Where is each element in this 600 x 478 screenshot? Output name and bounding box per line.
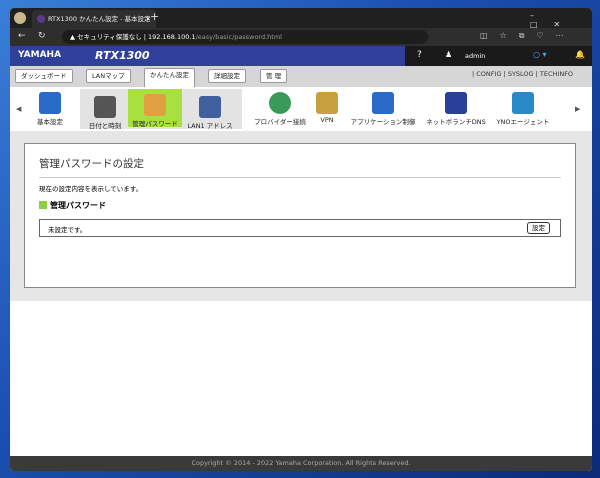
menu-item-vpn[interactable]: VPN — [302, 87, 352, 129]
user-name[interactable]: admin — [465, 52, 485, 60]
new-tab-button[interactable]: + — [150, 10, 159, 23]
network-icon — [512, 92, 534, 114]
lan-icon — [199, 96, 221, 118]
menu-label: YNOエージェント — [496, 118, 550, 126]
menu-item-password[interactable]: 管理パスワード — [128, 89, 182, 128]
back-icon[interactable]: ← — [18, 31, 26, 41]
settings-menu: ◀ 基本設定 日付と時刻 管理パスワード LAN1 アドレス プロバイダー接続 … — [10, 87, 592, 131]
model-name: RTX1300 — [95, 49, 150, 62]
divider — [39, 177, 561, 178]
app-control-icon — [372, 92, 394, 114]
clock-icon — [94, 96, 116, 118]
app-header: YAMAHA RTX1300 ? ♟ admin ○ ▾ 🔔 — [10, 46, 592, 66]
bell-icon[interactable]: 🔔 — [575, 50, 585, 59]
help-button[interactable]: ? — [417, 50, 422, 60]
user-icon: ♟ — [445, 50, 453, 59]
menu-label: ネットボランチDNS — [426, 118, 486, 126]
section-title: 管理パスワード — [50, 201, 106, 210]
footer: Copyright © 2014 - 2022 Yamaha Corporati… — [10, 456, 592, 471]
ddns-icon — [445, 92, 467, 114]
globe-icon — [269, 92, 291, 114]
tab-title: RTX1300 かんたん設定 - 基本設定 — [48, 15, 151, 23]
description: 現在の設定内容を表示しています。 — [39, 185, 143, 193]
header-right: ? ♟ admin ○ ▾ 🔔 — [405, 46, 592, 66]
scroll-right-icon[interactable]: ▶ — [575, 105, 580, 113]
window-controls[interactable]: –□✕ — [530, 11, 592, 29]
scroll-left-icon[interactable]: ◀ — [16, 105, 21, 113]
settings-panel: 管理パスワードの設定 現在の設定内容を表示しています。 管理パスワード 未設定で… — [24, 143, 576, 288]
security-label: セキュリティ保護なし — [77, 33, 142, 41]
menu-label: アプリケーション制御 — [350, 118, 416, 126]
section-marker — [39, 201, 47, 209]
menu-label: 基本設定 — [37, 118, 63, 126]
url-path: /easy/basic/password.html — [195, 33, 282, 41]
title-bar: RTX1300 かんたん設定 - 基本設定 ✕ + –□✕ — [10, 8, 592, 29]
browser-toolbar-icons[interactable]: ◫☆⧉♡⋯ — [480, 31, 576, 41]
menu-item-datetime[interactable]: 日付と時刻 — [78, 91, 132, 133]
admin-person-icon — [144, 94, 166, 116]
url-input[interactable]: ▲ セキュリティ保護なし | 192.168.100.1/easy/basic/… — [62, 30, 428, 44]
content-area: 管理パスワードの設定 現在の設定内容を表示しています。 管理パスワード 未設定で… — [10, 131, 592, 301]
yamaha-logo: YAMAHA — [18, 50, 62, 60]
favicon-icon — [37, 15, 45, 23]
menu-label: VPN — [320, 116, 334, 124]
profile-avatar[interactable] — [14, 12, 26, 24]
status-dropdown[interactable]: ○ ▾ — [533, 50, 547, 59]
menu-label: プロバイダー接続 — [254, 118, 306, 126]
syslog-link[interactable]: SYSLOG — [508, 70, 534, 78]
menu-label: LAN1 アドレス — [187, 122, 233, 130]
password-row: 未設定です。 設定 — [39, 219, 561, 237]
config-link[interactable]: CONFIG — [476, 70, 501, 78]
menu-item-ddns[interactable]: ネットボランチDNS — [422, 87, 490, 129]
lock-icon — [316, 92, 338, 114]
menu-item-yno[interactable]: YNOエージェント — [490, 87, 556, 129]
menu-label: 管理パスワード — [132, 120, 178, 128]
status-text: 未設定です。 — [48, 226, 87, 234]
browser-window: RTX1300 かんたん設定 - 基本設定 ✕ + –□✕ ← ↻ ▲ セキュリテ… — [10, 8, 592, 471]
menu-item-app-control[interactable]: アプリケーション制御 — [350, 87, 416, 129]
menu-item-provider[interactable]: プロバイダー接続 — [250, 87, 310, 129]
menu-item-basic[interactable]: 基本設定 — [23, 87, 77, 129]
menu-item-lan1[interactable]: LAN1 アドレス — [183, 91, 237, 133]
tab-management[interactable]: 管 理 — [260, 69, 288, 83]
browser-tab[interactable]: RTX1300 かんたん設定 - 基本設定 ✕ — [32, 10, 156, 28]
nav-links: | CONFIG | SYSLOG | TECHINFO — [472, 70, 574, 78]
set-button[interactable]: 設定 — [527, 222, 550, 234]
refresh-icon[interactable]: ↻ — [38, 31, 46, 41]
tools-icon — [39, 92, 61, 114]
page-title: 管理パスワードの設定 — [39, 158, 144, 170]
main-nav: ダッシュボード LANマップ かんたん設定 詳細設定 管 理 | CONFIG … — [10, 66, 592, 87]
address-bar-row: ← ↻ ▲ セキュリティ保護なし | 192.168.100.1/easy/ba… — [10, 28, 592, 46]
tab-advanced-settings[interactable]: 詳細設定 — [208, 69, 246, 83]
tab-dashboard[interactable]: ダッシュボード — [15, 69, 73, 83]
tab-lan-map[interactable]: LANマップ — [86, 69, 131, 83]
url-host: 192.168.100.1 — [148, 33, 196, 41]
menu-label: 日付と時刻 — [88, 122, 122, 130]
techinfo-link[interactable]: TECHINFO — [540, 70, 573, 78]
tab-easy-settings[interactable]: かんたん設定 — [144, 68, 195, 87]
